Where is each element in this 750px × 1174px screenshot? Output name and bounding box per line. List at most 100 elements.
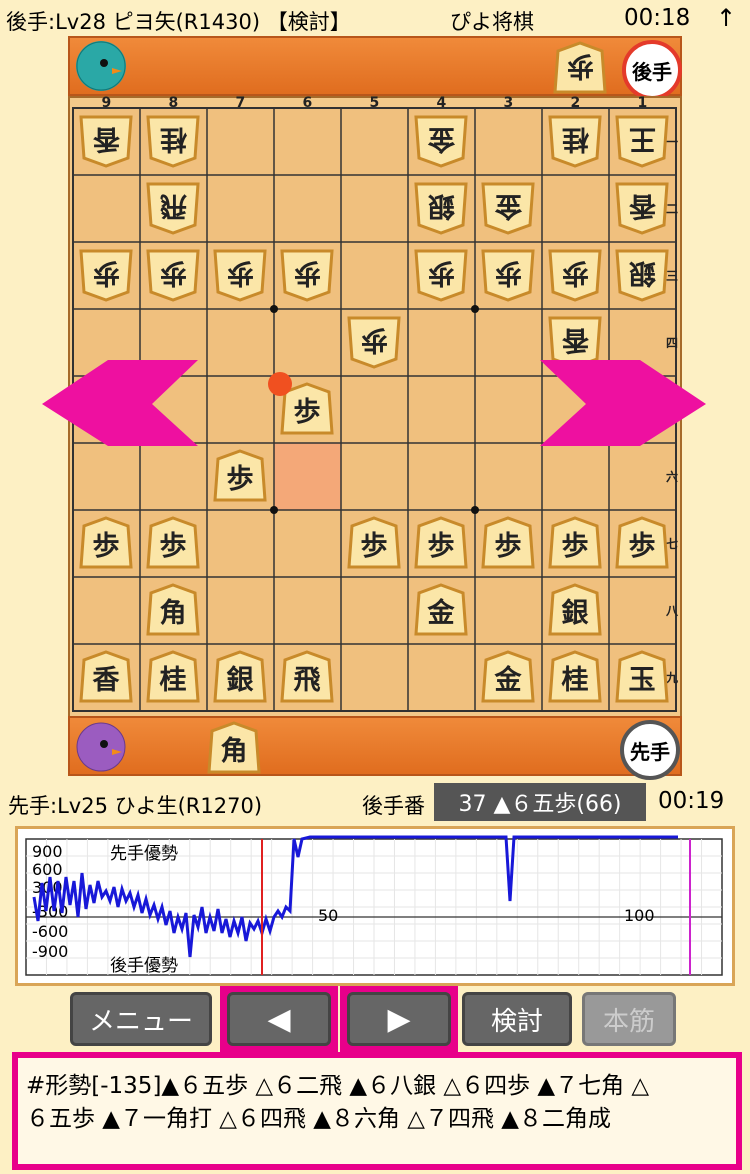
gote-player-info: 後手:Lv28 ピヨ矢(R1430) 【検討】: [6, 10, 351, 34]
sente-piece[interactable]: 歩: [213, 448, 267, 504]
sente-piece[interactable]: 歩: [79, 515, 133, 571]
sente-piece[interactable]: 銀: [548, 582, 602, 638]
piece-label: 歩: [427, 256, 455, 288]
kifu-line-2: ６五歩 ▲７一角打 △６四飛 ▲８六角 △７四飛 ▲８二角成: [26, 1106, 611, 1132]
sente-piece[interactable]: 角: [146, 582, 200, 638]
honsuji-button: 本筋: [582, 992, 676, 1046]
next-move-arrow[interactable]: [540, 360, 710, 448]
sente-piece[interactable]: 飛: [280, 649, 334, 705]
file-label: 4: [436, 95, 447, 111]
piece-label: 香: [92, 122, 120, 154]
graph-gote-label: 後手優勢: [110, 956, 178, 976]
sente-piece[interactable]: 香: [79, 649, 133, 705]
piece-label: 王: [628, 122, 656, 154]
file-label: 8: [168, 95, 179, 111]
piece-label: 歩: [561, 256, 589, 288]
piece-label: 桂: [561, 122, 589, 154]
kifu-comment-box[interactable]: #形勢[-135]▲６五歩 △６二飛 ▲６八銀 △６四歩 ▲７七角 △ ６五歩 …: [12, 1052, 742, 1170]
menu-button[interactable]: メニュー: [70, 992, 212, 1046]
piece-label: 玉: [628, 664, 656, 696]
gote-piece[interactable]: 金: [414, 113, 468, 169]
gote-hand-piece[interactable]: 歩: [553, 40, 607, 96]
sente-piece[interactable]: 歩: [548, 515, 602, 571]
piece-label: 歩: [293, 396, 321, 428]
piece-label: 歩: [360, 530, 388, 562]
gote-piece[interactable]: 銀: [615, 247, 669, 303]
sente-hand-piece[interactable]: 角: [207, 720, 261, 776]
gote-piece[interactable]: 歩: [280, 247, 334, 303]
gote-clock: 00:18: [624, 5, 691, 31]
piece-label: 桂: [159, 122, 187, 154]
gote-piece[interactable]: 香: [615, 180, 669, 236]
sente-piece[interactable]: 歩: [615, 515, 669, 571]
sente-piece[interactable]: 桂: [548, 649, 602, 705]
turn-indicator: 後手番: [362, 794, 425, 818]
sente-piece[interactable]: 歩: [347, 515, 401, 571]
sente-piece[interactable]: 歩: [414, 515, 468, 571]
piece-label: 金: [427, 122, 455, 154]
piece-label: 歩: [159, 530, 187, 562]
sente-player-info: 先手:Lv25 ひよ生(R1270): [8, 794, 263, 818]
piece-label: 香: [92, 664, 120, 696]
piece-label: 飛: [159, 189, 187, 221]
gote-piece[interactable]: 王: [615, 113, 669, 169]
next-button[interactable]: ▶: [347, 992, 451, 1046]
piece-label: 香: [628, 189, 656, 221]
sente-piece[interactable]: 金: [481, 649, 535, 705]
gote-piece[interactable]: 歩: [347, 314, 401, 370]
star-point: [471, 506, 479, 514]
gote-piece[interactable]: 歩: [213, 247, 267, 303]
piece-label: 香: [561, 323, 589, 355]
gote-piece[interactable]: 歩: [414, 247, 468, 303]
prev-move-arrow[interactable]: [42, 360, 202, 448]
star-point: [270, 305, 278, 313]
piece-label: 銀: [226, 664, 254, 696]
gote-piece[interactable]: 歩: [548, 247, 602, 303]
gote-piece[interactable]: 飛: [146, 180, 200, 236]
graph-y-label: -600: [32, 922, 68, 941]
gote-piece[interactable]: 桂: [548, 113, 602, 169]
sente-piece[interactable]: 金: [414, 582, 468, 638]
kento-button[interactable]: 検討: [462, 992, 572, 1046]
piece-label: 歩: [293, 256, 321, 288]
piece-label: 銀: [561, 597, 589, 629]
graph-x-label: 50: [318, 906, 338, 925]
sente-piece[interactable]: 銀: [213, 649, 267, 705]
gote-piece[interactable]: 歩: [79, 247, 133, 303]
file-label: 9: [101, 95, 112, 111]
graph-y-label: -900: [32, 942, 68, 961]
sente-clock: 00:19: [658, 788, 725, 814]
sente-avatar: [76, 722, 126, 772]
gote-piece[interactable]: 銀: [414, 180, 468, 236]
piece-label: 歩: [494, 256, 522, 288]
evaluation-graph-plot[interactable]: 900600300-300-600-90050 100先手優勢後手優勢: [18, 829, 732, 983]
graph-sente-label: 先手優勢: [110, 844, 178, 864]
up-arrow-icon[interactable]: ↑: [716, 4, 736, 32]
file-label: 1: [637, 95, 648, 111]
graph-y-label: 900: [32, 842, 63, 861]
gote-piece[interactable]: 香: [79, 113, 133, 169]
prev-button[interactable]: ◀: [227, 992, 331, 1046]
piece-label: 歩: [92, 256, 120, 288]
gote-piece[interactable]: 歩: [146, 247, 200, 303]
sente-piece[interactable]: 歩: [481, 515, 535, 571]
last-move-from-highlight: [274, 443, 341, 510]
sente-piece[interactable]: 歩: [146, 515, 200, 571]
rank-label: 六: [666, 469, 679, 484]
sente-piece[interactable]: 桂: [146, 649, 200, 705]
gote-piece[interactable]: 金: [481, 180, 535, 236]
file-label: 6: [302, 95, 313, 111]
gote-badge: 後手: [622, 40, 682, 100]
piece-label: 角: [159, 597, 187, 629]
sente-hand-area: [68, 716, 682, 776]
graph-y-label: 600: [32, 860, 63, 879]
gote-piece[interactable]: 桂: [146, 113, 200, 169]
piece-label: 歩: [92, 530, 120, 562]
piece-label: 飛: [293, 664, 321, 696]
piece-label: 歩: [561, 530, 589, 562]
app-title: ぴよ将棋: [450, 10, 534, 34]
evaluation-graph[interactable]: 900 600 300 -300 -600 -900 50 100 先手優勢 後手優勢: [15, 826, 735, 986]
gote-piece[interactable]: 歩: [481, 247, 535, 303]
sente-piece[interactable]: 玉: [615, 649, 669, 705]
piece-label: 歩: [159, 256, 187, 288]
